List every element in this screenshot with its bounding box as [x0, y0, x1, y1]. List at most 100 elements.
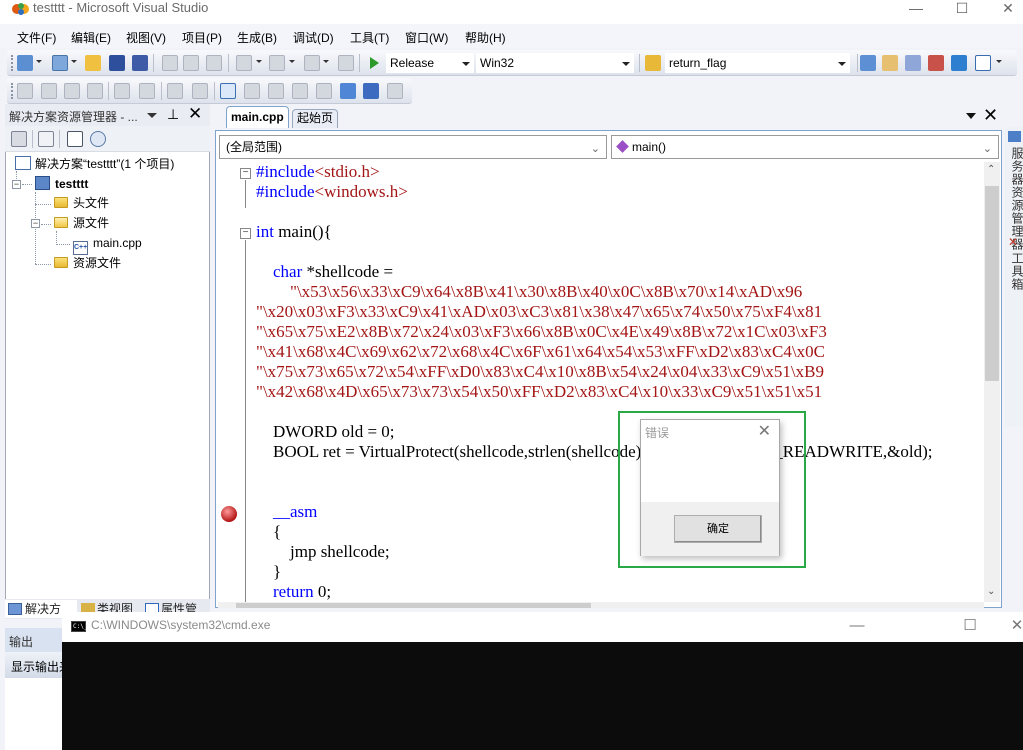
- cmd-minimize-button[interactable]: —: [842, 616, 872, 636]
- add-item-dropdown[interactable]: [71, 60, 77, 63]
- new-project-dropdown[interactable]: [36, 60, 42, 63]
- menu-view[interactable]: 视图(V): [126, 29, 166, 46]
- menu-window[interactable]: 窗口(W): [405, 29, 448, 46]
- horizontal-scroll-thumb[interactable]: [236, 603, 591, 608]
- window-position-dropdown-icon[interactable]: [147, 113, 157, 118]
- auto-hide-pin-icon[interactable]: ⊥: [167, 106, 179, 123]
- platform-combo[interactable]: Win32: [476, 53, 634, 73]
- next-bookmark-doc-icon[interactable]: [363, 83, 379, 99]
- clear-bookmarks-icon[interactable]: [387, 83, 403, 99]
- tree-folder-resource-files[interactable]: 资源文件: [54, 254, 121, 272]
- chevron-down-icon: ⌄: [982, 143, 992, 155]
- redo-icon[interactable]: [269, 55, 285, 71]
- class-diagram-icon[interactable]: [90, 131, 106, 147]
- save-all-icon[interactable]: [132, 55, 148, 71]
- output-toolbar: 显示输出来: [5, 652, 71, 678]
- comment-icon[interactable]: [167, 83, 183, 99]
- solution-explorer-icon[interactable]: [860, 55, 876, 71]
- cmd-maximize-button[interactable]: ☐: [955, 616, 985, 636]
- next-bookmark-icon[interactable]: [268, 83, 284, 99]
- scroll-down-icon[interactable]: ⌄: [987, 586, 995, 597]
- undo-dropdown[interactable]: [256, 60, 262, 63]
- tab-start-page[interactable]: 起始页: [292, 109, 339, 128]
- navigate-forward-icon[interactable]: [338, 55, 354, 71]
- open-icon[interactable]: [85, 55, 101, 71]
- close-button[interactable]: ✕: [985, 0, 1023, 18]
- cmd-close-button[interactable]: ✕: [1002, 616, 1023, 636]
- cut-icon[interactable]: [162, 55, 178, 71]
- code-editor[interactable]: #include<stdio.h> #include<windows.h> int …: [218, 162, 984, 602]
- fold-toggle-main[interactable]: −: [240, 228, 251, 239]
- collapse-source-files-toggle[interactable]: −: [31, 219, 40, 228]
- close-panel-icon[interactable]: ✕: [188, 104, 202, 124]
- prev-bookmark-folder-icon[interactable]: [292, 83, 308, 99]
- scroll-up-icon[interactable]: ⌃: [987, 164, 995, 175]
- tree-solution-node[interactable]: 解决方案“testttt”(1 个项目): [15, 155, 174, 173]
- configuration-combo[interactable]: Release: [386, 53, 474, 73]
- toggle-bookmark-icon[interactable]: [220, 83, 236, 99]
- command-window-icon[interactable]: [975, 55, 991, 71]
- save-icon[interactable]: [109, 55, 125, 71]
- undo-icon[interactable]: [236, 55, 252, 71]
- tab-main-cpp[interactable]: main.cpp: [226, 106, 289, 128]
- tree-file-main-cpp[interactable]: C++ main.cpp: [73, 234, 142, 255]
- uncomment-icon[interactable]: [192, 83, 208, 99]
- quick-info-icon[interactable]: [64, 83, 80, 99]
- navigate-back-icon[interactable]: [304, 55, 320, 71]
- tree-project-node[interactable]: testttt: [35, 175, 88, 193]
- code-token: "\x41\x68\x4C\x69\x62\x72\x68\x4C\x6F\x6…: [256, 342, 825, 361]
- breakpoint-icon[interactable]: [220, 505, 238, 523]
- redo-dropdown[interactable]: [289, 60, 295, 63]
- properties-icon[interactable]: [11, 131, 27, 147]
- maximize-button[interactable]: ☐: [939, 0, 985, 18]
- toolbox-icon[interactable]: [928, 55, 944, 71]
- fold-toggle-includes[interactable]: −: [240, 168, 251, 179]
- member-combo[interactable]: main() ⌄: [611, 135, 999, 159]
- code-token: <stdio.h>: [314, 162, 380, 181]
- next-bookmark-folder-icon[interactable]: [316, 83, 332, 99]
- start-page-icon[interactable]: [951, 55, 967, 71]
- tab-toolbox[interactable]: 工具箱: [1009, 252, 1023, 291]
- tree-folder-header-files[interactable]: 头文件: [54, 194, 109, 212]
- window-title: testttt - Microsoft Visual Studio: [33, 0, 209, 15]
- find-combo[interactable]: return_flag: [665, 53, 850, 73]
- menu-debug[interactable]: 调试(D): [293, 29, 334, 46]
- menu-file[interactable]: 文件(F): [17, 29, 56, 46]
- menu-tools[interactable]: 工具(T): [350, 29, 389, 46]
- menu-edit[interactable]: 编辑(E): [71, 29, 111, 46]
- parameter-info-icon[interactable]: [41, 83, 57, 99]
- vertical-scroll-thumb[interactable]: [985, 186, 999, 381]
- add-item-icon[interactable]: [52, 55, 68, 71]
- code-line: DWORD old = 0;: [256, 422, 395, 442]
- prev-bookmark-doc-icon[interactable]: [340, 83, 356, 99]
- close-document-icon[interactable]: ✕: [983, 105, 998, 126]
- toolbar-grip[interactable]: [11, 83, 14, 99]
- properties-icon[interactable]: [882, 55, 898, 71]
- view-code-icon[interactable]: [67, 131, 83, 147]
- navigate-back-dropdown[interactable]: [323, 60, 329, 63]
- ok-button[interactable]: 确定: [674, 515, 762, 543]
- minimize-button[interactable]: —: [893, 0, 939, 18]
- menu-project[interactable]: 项目(P): [182, 29, 222, 46]
- paste-icon[interactable]: [206, 55, 222, 71]
- member-list-icon[interactable]: [17, 83, 33, 99]
- menu-help[interactable]: 帮助(H): [465, 29, 506, 46]
- toolbar-options-dropdown[interactable]: [996, 60, 1002, 63]
- tree-folder-source-files[interactable]: 源文件: [54, 214, 109, 232]
- menu-build[interactable]: 生成(B): [237, 29, 277, 46]
- show-all-files-icon[interactable]: [38, 131, 54, 147]
- decrease-indent-icon[interactable]: [114, 83, 130, 99]
- prev-bookmark-icon[interactable]: [244, 83, 260, 99]
- start-debug-icon[interactable]: [366, 55, 382, 71]
- find-in-files-icon[interactable]: [645, 55, 661, 71]
- copy-icon[interactable]: [183, 55, 199, 71]
- new-project-icon[interactable]: [17, 55, 33, 71]
- complete-word-icon[interactable]: [87, 83, 103, 99]
- scope-combo[interactable]: (全局范围) ⌄: [219, 135, 607, 159]
- object-browser-icon[interactable]: [905, 55, 921, 71]
- toolbar-grip[interactable]: [11, 55, 14, 71]
- active-files-dropdown-icon[interactable]: [966, 113, 976, 119]
- collapse-project-toggle[interactable]: −: [12, 180, 21, 189]
- dialog-close-button[interactable]: ✕: [758, 421, 771, 441]
- increase-indent-icon[interactable]: [139, 83, 155, 99]
